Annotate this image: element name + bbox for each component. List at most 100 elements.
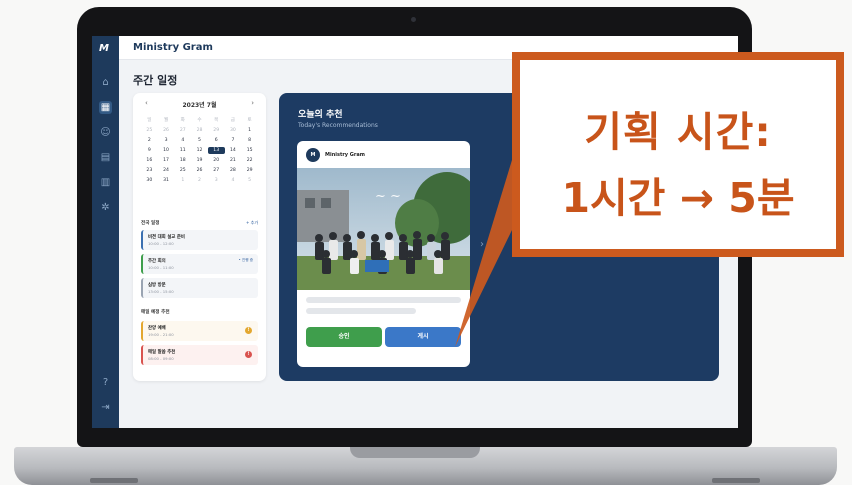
card-logo: M bbox=[306, 148, 320, 162]
calendar-day[interactable]: 2 bbox=[191, 177, 208, 184]
layout-icon[interactable]: ▥ bbox=[99, 176, 112, 189]
caption-placeholder bbox=[306, 297, 461, 303]
calendar-day[interactable]: 2 bbox=[141, 137, 158, 144]
callout-inner: 기획 시간: 1시간 → 5분 bbox=[520, 60, 836, 249]
task-time: 19:00 - 21:00 bbox=[148, 332, 174, 337]
warning-badge: ! bbox=[245, 327, 252, 334]
task-item[interactable]: 매일 말씀 추천 08:00 - 09:00 ! bbox=[141, 345, 258, 365]
callout-line-2: 1시간 → 5분 bbox=[561, 174, 795, 222]
calendar-day[interactable]: 11 bbox=[174, 147, 191, 154]
event-item[interactable]: 심방 방문 13:00 - 15:00 bbox=[141, 278, 258, 298]
calendar-weekday: 월 bbox=[163, 118, 169, 123]
task-title: 찬양 예배 bbox=[148, 326, 166, 331]
event-time: 13:00 - 15:00 bbox=[148, 289, 174, 294]
calendar-day[interactable]: 27 bbox=[174, 127, 191, 134]
sidebar: M ⌂ ▦ ☺ ▤ ▥ ✲ ? ⇥ bbox=[92, 36, 119, 428]
calendar-day[interactable]: 21 bbox=[225, 157, 242, 164]
calendar-day[interactable]: 25 bbox=[174, 167, 191, 174]
calendar-next-button[interactable]: › bbox=[251, 99, 254, 107]
page-title: 주간 일정 bbox=[133, 74, 178, 87]
card-account-name: Ministry Gram bbox=[325, 152, 365, 158]
calendar-day[interactable]: 12 bbox=[191, 147, 208, 154]
calendar-day[interactable]: 25 bbox=[141, 127, 158, 134]
clipboard-icon[interactable]: ▤ bbox=[99, 151, 112, 164]
callout-line-1: 기획 시간: bbox=[584, 108, 772, 156]
calendar-day[interactable]: 28 bbox=[225, 167, 242, 174]
help-icon[interactable]: ? bbox=[99, 376, 112, 389]
calendar-day[interactable]: 23 bbox=[141, 167, 158, 174]
calendar-day[interactable]: 13 bbox=[207, 147, 225, 154]
calendar-day[interactable]: 4 bbox=[225, 177, 242, 184]
calendar-day[interactable]: 19 bbox=[191, 157, 208, 164]
calendar-icon[interactable]: ▦ bbox=[99, 101, 112, 114]
calendar-day[interactable]: 1 bbox=[241, 127, 258, 134]
next-card-button[interactable]: › bbox=[480, 239, 484, 250]
calendar-day[interactable]: 26 bbox=[191, 167, 208, 174]
calendar-month-label: 2023년 7월 bbox=[182, 102, 217, 109]
gear-icon[interactable]: ✲ bbox=[99, 201, 112, 214]
camera bbox=[411, 17, 416, 22]
calendar-day[interactable]: 14 bbox=[225, 147, 242, 154]
calendar-day[interactable]: 22 bbox=[241, 157, 258, 164]
calendar-weekday: 일 bbox=[147, 118, 152, 123]
group-photo: ~ ~ bbox=[297, 168, 470, 290]
calendar-day[interactable]: 20 bbox=[208, 157, 225, 164]
alert-badge: ! bbox=[245, 351, 252, 358]
calendar-day[interactable]: 15 bbox=[241, 147, 258, 154]
calendar-day[interactable]: 7 bbox=[225, 137, 242, 144]
calendar-day[interactable]: 28 bbox=[191, 127, 208, 134]
callout-box: 기획 시간: 1시간 → 5분 bbox=[512, 52, 844, 257]
caption-placeholder bbox=[306, 308, 416, 314]
logout-icon[interactable]: ⇥ bbox=[99, 401, 112, 414]
event-time: 10:00 - 11:00 bbox=[148, 265, 174, 270]
event-title: 심방 방문 bbox=[148, 283, 166, 288]
calendar-grid: 일 월 화 수 목 금 토 25 26 27 28 29 30 1 2 3 4 5 6 7 8 9 10 11 12 13 14 15… bbox=[141, 117, 258, 184]
approve-button[interactable]: 승인 bbox=[306, 327, 382, 347]
calendar-day[interactable]: 5 bbox=[191, 137, 208, 144]
recommendation-title: 오늘의 추천 bbox=[298, 110, 343, 120]
calendar-weekday: 수 bbox=[197, 118, 202, 123]
calendar-day[interactable]: 26 bbox=[158, 127, 175, 134]
laptop-foot bbox=[90, 478, 138, 483]
calendar-weekday: 목 bbox=[214, 118, 219, 123]
calendar-day[interactable]: 29 bbox=[241, 167, 258, 174]
tasks-section-label: 매일 예정 추천 bbox=[141, 310, 170, 315]
add-event-button[interactable]: + 추가 bbox=[246, 220, 258, 226]
event-status-tag: • 진행 중 bbox=[238, 258, 253, 262]
calendar-day[interactable]: 6 bbox=[208, 137, 225, 144]
laptop-notch bbox=[350, 447, 480, 458]
event-item[interactable]: 비젼 대회 설교 준비 10:00 - 12:00 bbox=[141, 230, 258, 250]
task-title: 매일 말씀 추천 bbox=[148, 350, 176, 355]
calendar-day[interactable]: 17 bbox=[158, 157, 175, 164]
calendar-weekday: 토 bbox=[247, 118, 252, 123]
app-title: Ministry Gram bbox=[133, 42, 213, 53]
calendar-day[interactable]: 16 bbox=[141, 157, 158, 164]
calendar-day[interactable]: 9 bbox=[141, 147, 158, 154]
group-photo-image: ~ ~ bbox=[297, 168, 470, 290]
calendar-day[interactable]: 24 bbox=[158, 167, 175, 174]
svg-text:~ ~: ~ ~ bbox=[375, 189, 401, 204]
home-icon[interactable]: ⌂ bbox=[99, 76, 112, 89]
people-icon[interactable]: ☺ bbox=[99, 126, 112, 139]
task-item[interactable]: 찬양 예배 19:00 - 21:00 ! bbox=[141, 321, 258, 341]
calendar-day[interactable]: 18 bbox=[174, 157, 191, 164]
event-title: 비젼 대회 설교 준비 bbox=[148, 235, 185, 240]
calendar-day[interactable]: 5 bbox=[241, 177, 258, 184]
calendar-day[interactable]: 31 bbox=[158, 177, 175, 184]
post-button[interactable]: 게시 bbox=[385, 327, 461, 347]
calendar-day[interactable]: 1 bbox=[174, 177, 191, 184]
calendar-day[interactable]: 4 bbox=[174, 137, 191, 144]
calendar-day[interactable]: 3 bbox=[208, 177, 225, 184]
event-item[interactable]: 주간 회의 10:00 - 11:00 • 진행 중 bbox=[141, 254, 258, 274]
calendar-day[interactable]: 29 bbox=[208, 127, 225, 134]
event-time: 10:00 - 12:00 bbox=[148, 241, 174, 246]
calendar-day[interactable]: 30 bbox=[141, 177, 158, 184]
calendar-day[interactable]: 8 bbox=[241, 137, 258, 144]
recommendation-card: M Ministry Gram ~ ~ 승인 게시 bbox=[297, 141, 470, 367]
calendar-day[interactable]: 10 bbox=[158, 147, 175, 154]
calendar-day[interactable]: 3 bbox=[158, 137, 175, 144]
app-logo[interactable]: M bbox=[99, 43, 109, 54]
calendar-day[interactable]: 27 bbox=[208, 167, 225, 174]
calendar-day[interactable]: 30 bbox=[225, 127, 242, 134]
task-time: 08:00 - 09:00 bbox=[148, 356, 174, 361]
